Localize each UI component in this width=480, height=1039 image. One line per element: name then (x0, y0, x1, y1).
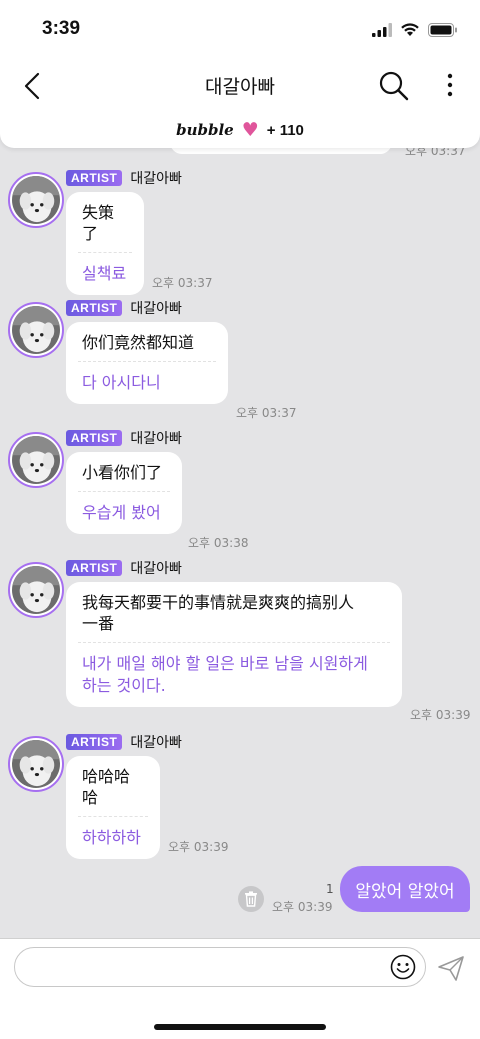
original-text-line: 一番 (82, 614, 115, 633)
artist-badge: ARTIST (66, 734, 123, 750)
original-text-line: 我每天都要干的事情就是爽爽的搞别人 (82, 593, 355, 612)
artist-badge: ARTIST (66, 170, 123, 186)
nav-bar: 대갈아빠 (0, 60, 480, 112)
translated-text: 하하하하 (82, 828, 141, 847)
home-indicator (154, 1024, 326, 1030)
avatar[interactable] (8, 562, 64, 618)
translated-text-line: 내가 매일 해야 할 일은 바로 남을 시원하게 (82, 654, 368, 673)
battery-icon (428, 22, 457, 37)
message-bubble[interactable]: 我每天都要干的事情就是爽爽的搞别人 一番 내가 매일 해야 할 일은 바로 남을… (66, 582, 402, 707)
wifi-icon (401, 23, 419, 36)
avatar[interactable] (8, 432, 64, 488)
artist-badge: ARTIST (66, 430, 123, 446)
message-time: 오후 03:38 (188, 536, 249, 550)
sender-row: ARTIST 대갈아빠 (66, 428, 182, 448)
translated-text: 실책료 (82, 264, 127, 283)
sender-name: 대갈아빠 (130, 301, 182, 317)
message-bubble[interactable]: 失策了 실책료 (66, 192, 144, 295)
original-text: 失策了 (82, 203, 115, 243)
avatar[interactable] (8, 172, 64, 228)
original-text: 哈哈哈哈 (82, 767, 131, 807)
sender-name: 대갈아빠 (130, 431, 182, 447)
message-bubble[interactable]: 小看你们了 우습게 봤어 (66, 452, 182, 534)
message-time: 오후 03:37 (152, 276, 213, 290)
sender-row: ARTIST 대갈아빠 (66, 168, 182, 188)
trash-icon (245, 891, 257, 907)
message-input[interactable] (14, 947, 426, 987)
sender-row: ARTIST 대갈아빠 (66, 558, 182, 578)
translated-text: 다 아시다니 (82, 373, 161, 392)
status-bar: 3:39 (0, 0, 480, 60)
message-time: 오후 03:39 (410, 708, 471, 722)
read-count: 1 (326, 882, 334, 896)
avatar[interactable] (8, 736, 64, 792)
dog-avatar-image (12, 566, 60, 614)
outgoing-message-bubble[interactable]: 알았어 알았어 (340, 866, 470, 912)
message-time: 오후 03:37 (236, 406, 297, 420)
avatar[interactable] (8, 302, 64, 358)
sender-row: ARTIST 대갈아빠 (66, 732, 182, 752)
dog-avatar-image (12, 306, 60, 354)
artist-badge: ARTIST (66, 560, 123, 576)
outgoing-message-time: 오후 03:39 (272, 900, 333, 914)
bubble-subscriber-bar[interactable]: bubble ♥ + 110 (0, 112, 480, 148)
sender-row: ARTIST 대갈아빠 (66, 298, 182, 318)
artist-badge: ARTIST (66, 300, 123, 316)
original-text: 我每天都要干的事情就是爽爽的搞别人 一番 (66, 582, 402, 642)
status-icons (372, 22, 458, 37)
signal-icon (372, 22, 392, 37)
dog-avatar-image (12, 740, 60, 788)
sender-name: 대갈아빠 (130, 171, 182, 187)
emoji-icon[interactable] (390, 954, 416, 980)
translated-text-line: 하는 것이다. (82, 676, 166, 695)
heart-icon: ♥ (241, 118, 259, 141)
message-input-bar (0, 938, 480, 1039)
message-bubble[interactable]: 哈哈哈哈 하하하하 (66, 756, 160, 859)
more-icon[interactable] (444, 70, 456, 102)
message-time: 오후 03:39 (168, 840, 229, 854)
delete-message-button[interactable] (238, 886, 264, 912)
chat-area[interactable]: bubble ♥ + 110 오후 03:37 ARTIST 대갈아빠 失策了 … (0, 112, 480, 938)
original-text: 你们竟然都知道 (82, 333, 195, 352)
translated-text: 우습게 봤어 (82, 503, 161, 522)
status-time: 3:39 (42, 18, 81, 39)
dog-avatar-image (12, 176, 60, 224)
search-icon[interactable] (378, 70, 410, 102)
translated-text: 내가 매일 해야 할 일은 바로 남을 시원하게 하는 것이다. (66, 643, 402, 707)
send-icon[interactable] (436, 953, 466, 983)
original-text: 小看你们了 (82, 463, 163, 482)
message-bubble[interactable]: 你们竟然都知道 다 아시다니 (66, 322, 228, 404)
sender-name: 대갈아빠 (130, 561, 182, 577)
sender-name: 대갈아빠 (130, 735, 182, 751)
bubble-subscriber-count: + 110 (266, 121, 304, 139)
dog-avatar-image (12, 436, 60, 484)
bubble-brand-label: bubble (176, 121, 234, 139)
